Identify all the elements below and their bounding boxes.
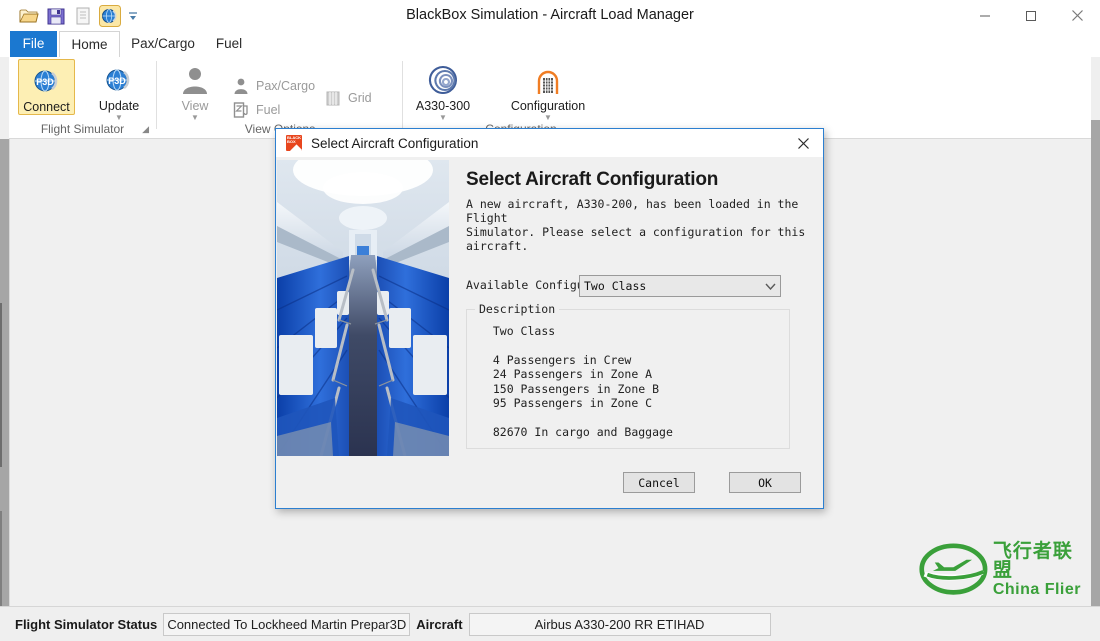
close-icon[interactable] bbox=[1054, 0, 1100, 31]
chevron-down-icon[interactable]: ▼ bbox=[439, 114, 447, 122]
quick-access-toolbar bbox=[18, 4, 140, 28]
tab-file[interactable]: File bbox=[10, 31, 57, 57]
p3d-globe-icon: P3D bbox=[103, 62, 135, 98]
chevron-down-icon[interactable]: ▼ bbox=[544, 114, 552, 122]
ribbon-button-connect[interactable]: P3D Connect bbox=[18, 59, 75, 115]
p3d-globe-icon: P3D bbox=[31, 63, 63, 99]
status-aircraft-label: Aircraft bbox=[416, 616, 463, 632]
ribbon-button-grid-label: Grid bbox=[348, 91, 372, 105]
customize-qat-icon[interactable] bbox=[126, 5, 140, 27]
dialog-intro-text: A new aircraft, A330-200, has been loade… bbox=[466, 197, 806, 253]
ribbon-button-aircraft[interactable]: A330-300 ▼ bbox=[406, 59, 480, 122]
description-group-box: Description Two Class 4 Passengers in Cr… bbox=[466, 302, 790, 449]
connect-globe-icon[interactable] bbox=[99, 5, 121, 27]
svg-text:P3D: P3D bbox=[108, 76, 126, 86]
ribbon-button-pax-cargo[interactable]: Pax/Cargo bbox=[232, 77, 315, 95]
blackbox-logo-icon: BLACK BOX bbox=[286, 135, 302, 151]
ribbon-button-aircraft-label: A330-300 bbox=[415, 99, 471, 113]
open-icon[interactable] bbox=[18, 5, 40, 27]
person-small-icon bbox=[232, 77, 250, 95]
dialog-title: Select Aircraft Configuration bbox=[311, 135, 479, 151]
ribbon-button-connect-label: Connect bbox=[23, 100, 70, 114]
select-aircraft-configuration-dialog: BLACKBOX Select Aircraft Configuration bbox=[275, 128, 824, 509]
window-title: BlackBox Simulation - Aircraft Load Mana… bbox=[406, 7, 694, 23]
save-icon[interactable] bbox=[45, 5, 67, 27]
tab-fuel[interactable]: Fuel bbox=[206, 31, 252, 57]
ribbon: P3D Connect P3D Update ▼ Flight Simulato… bbox=[0, 57, 1100, 139]
left-frame-shade bbox=[0, 303, 2, 467]
available-configurations-row: Available Configurations Two Class bbox=[466, 275, 806, 297]
swirl-icon bbox=[426, 62, 460, 98]
person-icon bbox=[180, 62, 210, 98]
description-text: Two Class 4 Passengers in Crew 24 Passen… bbox=[492, 324, 673, 439]
dialog-close-icon[interactable] bbox=[783, 129, 823, 157]
dialog-body: Select Aircraft Configuration A new airc… bbox=[276, 157, 823, 510]
svg-text:P3D: P3D bbox=[36, 77, 54, 87]
application-window: BlackBox Simulation - Aircraft Load Mana… bbox=[0, 0, 1100, 641]
window-title-bar: BlackBox Simulation - Aircraft Load Mana… bbox=[0, 0, 1100, 31]
window-controls bbox=[962, 0, 1100, 31]
configuration-select[interactable]: Two Class bbox=[579, 275, 781, 297]
dialog-heading: Select Aircraft Configuration bbox=[466, 169, 719, 190]
ribbon-button-grid[interactable]: Grid bbox=[324, 89, 372, 107]
ribbon-button-pax-cargo-label: Pax/Cargo bbox=[256, 79, 316, 93]
grid-icon bbox=[324, 89, 342, 107]
chevron-down-icon[interactable]: ▼ bbox=[115, 114, 123, 122]
right-window-frame bbox=[1091, 120, 1100, 620]
ribbon-group-configuration: A330-300 ▼ Configuration ▼ bbox=[406, 57, 636, 139]
ribbon-button-fuel-label: Fuel bbox=[256, 103, 281, 117]
ok-button[interactable]: OK bbox=[729, 472, 801, 493]
description-legend: Description bbox=[475, 302, 560, 316]
ribbon-button-update-label: Update bbox=[98, 99, 140, 113]
left-window-frame bbox=[0, 139, 9, 641]
cancel-button[interactable]: Cancel bbox=[623, 472, 695, 493]
aircraft-cabin-photo bbox=[277, 160, 449, 456]
tab-pax-cargo[interactable]: Pax/Cargo bbox=[124, 31, 202, 57]
ribbon-group-label-flight-simulator: Flight Simulator bbox=[40, 122, 125, 136]
chevron-down-icon[interactable]: ▼ bbox=[191, 114, 199, 122]
ribbon-button-update[interactable]: P3D Update ▼ bbox=[86, 59, 152, 122]
status-aircraft-value: Airbus A330-200 RR ETIHAD bbox=[468, 612, 771, 636]
maximize-icon[interactable] bbox=[1008, 0, 1054, 31]
ribbon-tab-strip: File Home Pax/Cargo Fuel bbox=[0, 31, 1100, 57]
dialog-button-row: Cancel OK bbox=[623, 472, 801, 493]
ribbon-left-edge bbox=[0, 57, 9, 139]
status-fs-value: Connected To Lockheed Martin Prepar3D bbox=[163, 612, 411, 636]
fuel-pump-icon bbox=[232, 101, 250, 119]
tab-home[interactable]: Home bbox=[59, 31, 120, 57]
ribbon-button-view-label: View bbox=[181, 99, 209, 113]
ribbon-group-view-options: View ▼ Pax/Cargo Fuel Grid View bbox=[160, 57, 400, 139]
dialog-launcher-icon[interactable]: ◢ bbox=[142, 124, 149, 135]
ribbon-group-separator bbox=[402, 61, 403, 129]
cabin-arch-icon bbox=[531, 62, 565, 98]
document-icon bbox=[72, 5, 94, 27]
configuration-select-value: Two Class bbox=[584, 279, 647, 293]
chevron-down-icon bbox=[760, 283, 780, 290]
ribbon-button-fuel[interactable]: Fuel bbox=[232, 101, 280, 119]
ribbon-group-flight-simulator: P3D Connect P3D Update ▼ Flight Simulato… bbox=[10, 57, 155, 139]
ribbon-button-configuration-label: Configuration bbox=[510, 99, 586, 113]
ribbon-button-view[interactable]: View ▼ bbox=[166, 59, 224, 122]
minimize-icon[interactable] bbox=[962, 0, 1008, 31]
status-fs-label: Flight Simulator Status bbox=[15, 616, 158, 632]
status-bar: Flight Simulator Status Connected To Loc… bbox=[0, 606, 1100, 641]
ribbon-button-configuration[interactable]: Configuration ▼ bbox=[498, 59, 598, 122]
ribbon-group-separator bbox=[156, 61, 157, 129]
dialog-title-bar: BLACK BOX Select Aircraft Configuration bbox=[276, 129, 823, 157]
